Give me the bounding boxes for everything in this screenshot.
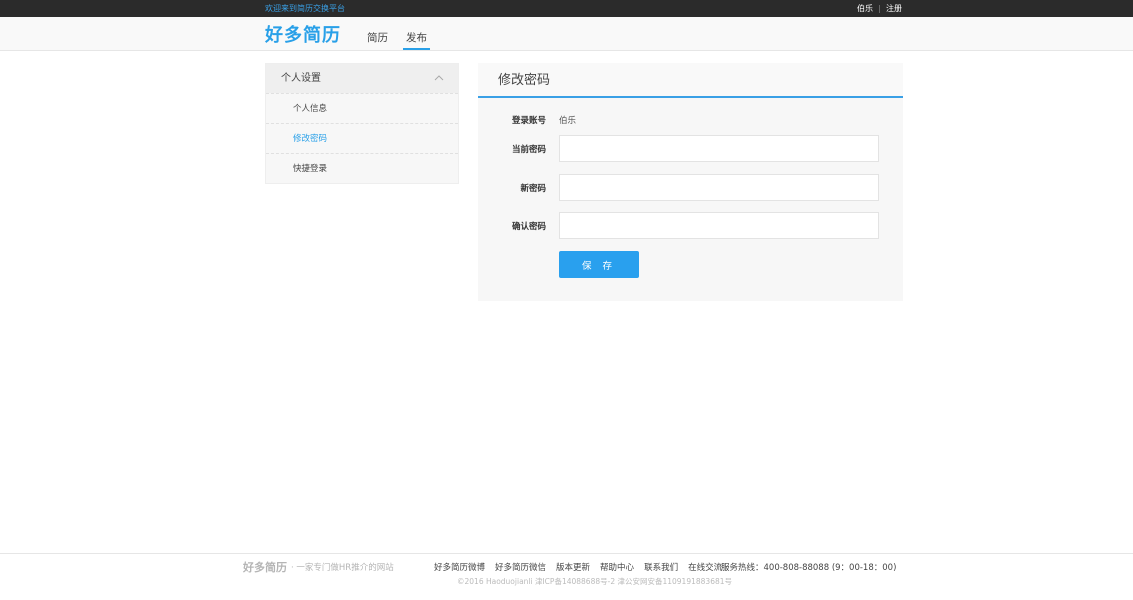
footer-slogan: · 一家专门做HR推介的网站 bbox=[291, 563, 394, 573]
footer-link-wechat[interactable]: 好多简历微信 bbox=[495, 561, 546, 573]
sidebar-header[interactable]: 个人设置 bbox=[266, 64, 458, 93]
footer-link-updates[interactable]: 版本更新 bbox=[556, 561, 590, 573]
confirm-password-label: 确认密码 bbox=[511, 221, 546, 232]
footer-link-chat[interactable]: 在线交流 bbox=[688, 561, 722, 573]
current-password-row: 当前密码 bbox=[478, 135, 903, 162]
nav-item-resume[interactable]: 简历 bbox=[364, 17, 391, 51]
change-password-panel: 修改密码 登录账号 伯乐 当前密码 新密码 确认密码 保 存 bbox=[478, 63, 903, 301]
welcome-text: 欢迎来到简历交换平台 bbox=[265, 4, 345, 13]
new-password-label: 新密码 bbox=[520, 183, 546, 194]
account-value: 伯乐 bbox=[559, 116, 577, 126]
register-link[interactable]: 注册 bbox=[886, 3, 902, 14]
sidebar-item-quick-login[interactable]: 快捷登录 bbox=[266, 153, 458, 183]
footer-link-help[interactable]: 帮助中心 bbox=[600, 561, 634, 573]
chevron-up-icon bbox=[434, 75, 444, 81]
new-password-field[interactable] bbox=[559, 174, 879, 201]
nav-item-publish[interactable]: 发布 bbox=[403, 17, 430, 51]
account-row: 登录账号 伯乐 bbox=[478, 114, 903, 126]
current-password-label: 当前密码 bbox=[511, 144, 546, 155]
footer-logo: 好多简历 bbox=[243, 561, 287, 574]
confirm-password-row: 确认密码 bbox=[478, 212, 903, 239]
panel-title: 修改密码 bbox=[478, 63, 903, 98]
confirm-password-field[interactable] bbox=[559, 212, 879, 239]
footer-link-contact[interactable]: 联系我们 bbox=[644, 561, 678, 573]
site-footer: 好多简历 · 一家专门做HR推介的网站 好多简历微博 好多简历微信 版本更新 帮… bbox=[0, 553, 1133, 600]
user-link[interactable]: 伯乐 bbox=[857, 3, 873, 14]
settings-sidebar: 个人设置 个人信息 修改密码 快捷登录 bbox=[265, 63, 459, 184]
sidebar-item-change-password[interactable]: 修改密码 bbox=[266, 123, 458, 153]
site-logo[interactable]: 好多简历 bbox=[265, 21, 341, 47]
new-password-row: 新密码 bbox=[478, 174, 903, 201]
sidebar-item-personal-info[interactable]: 个人信息 bbox=[266, 93, 458, 123]
footer-links: 好多简历微博 好多简历微信 版本更新 帮助中心 联系我们 在线交流 bbox=[434, 561, 732, 573]
footer-copyright: ©2016 Haoduojianli 津ICP备14088688号-2 津公安网… bbox=[457, 577, 733, 586]
save-button[interactable]: 保 存 bbox=[559, 251, 639, 278]
footer-hotline: 服务热线：400-808-88088 (9：00-18：00) bbox=[721, 563, 897, 573]
site-header: 好多简历 简历 发布 bbox=[0, 17, 1133, 51]
footer-link-weibo[interactable]: 好多简历微博 bbox=[434, 561, 485, 573]
divider bbox=[879, 4, 880, 13]
top-bar: 欢迎来到简历交换平台 伯乐 注册 bbox=[0, 0, 1133, 17]
main-nav: 简历 发布 bbox=[364, 17, 442, 51]
auth-links: 伯乐 注册 bbox=[857, 3, 902, 14]
current-password-field[interactable] bbox=[559, 135, 879, 162]
sidebar-title: 个人设置 bbox=[281, 73, 321, 84]
account-label: 登录账号 bbox=[511, 116, 546, 126]
